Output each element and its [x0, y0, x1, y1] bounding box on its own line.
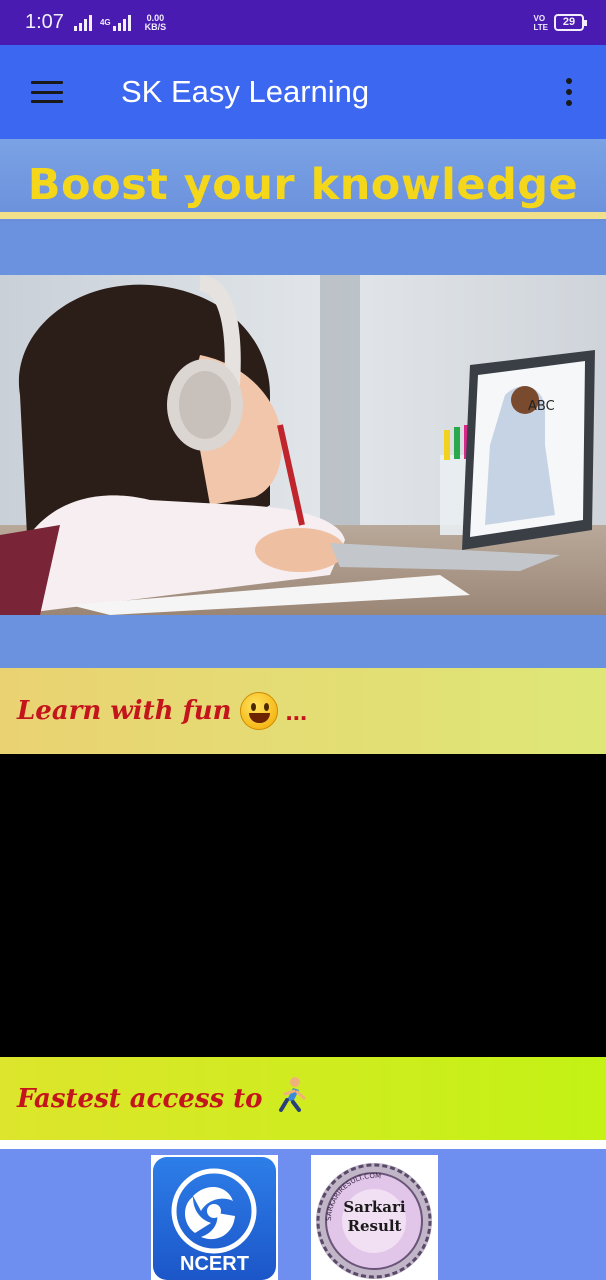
hero-image: ABC	[0, 275, 606, 615]
svg-text:ABC: ABC	[528, 399, 555, 414]
volte-icon: VO LTE	[533, 14, 548, 32]
fastest-access-banner: Fastest access to	[0, 1057, 606, 1140]
cell-signal-icon	[112, 14, 131, 31]
app-title: SK Easy Learning	[121, 74, 370, 109]
learn-with-fun-banner: Learn with fun ...	[0, 668, 606, 754]
network-speed-unit: KB/S	[144, 21, 167, 32]
hamburger-menu-icon[interactable]	[31, 81, 63, 103]
ncert-label: NCERT	[180, 1253, 249, 1275]
quick-links-section	[0, 1149, 606, 1280]
ncert-logo-icon: NCERT	[153, 1157, 276, 1280]
wifi-signal-icon	[73, 14, 92, 31]
app-bar: SK Easy Learning	[0, 45, 606, 139]
network-speed: 0.00 KB/S	[144, 13, 167, 32]
running-person-icon	[273, 1076, 309, 1121]
status-time: 1:07	[25, 11, 64, 33]
learn-with-fun-text: Learn with fun	[17, 696, 232, 726]
section-divider	[0, 1140, 606, 1149]
headline-divider	[0, 212, 606, 219]
page-headline: Boost your knowledge	[27, 160, 579, 210]
battery-icon: 29	[554, 14, 587, 31]
video-player[interactable]	[0, 754, 606, 1057]
ncert-link[interactable]: NCERT	[151, 1155, 278, 1280]
sarkari-label-line1: Sarkari	[343, 1198, 406, 1216]
sarkari-result-link[interactable]: SARKARIRESULT.COM Sarkari Result	[311, 1155, 438, 1280]
smiley-emoji-icon	[239, 692, 278, 730]
ellipsis-text: ...	[285, 695, 308, 726]
sarkari-label-line2: Result	[347, 1217, 402, 1235]
network-type-label: 4G	[99, 17, 111, 27]
volte-label: VO	[533, 13, 546, 23]
lte-label: LTE	[533, 22, 548, 32]
status-bar: 1:07 4G 0.00 KB/S VO LTE 29	[0, 0, 606, 45]
fastest-access-text: Fastest access to	[17, 1083, 263, 1114]
status-right-group: VO LTE 29	[533, 14, 587, 32]
more-vert-icon[interactable]	[564, 78, 574, 106]
